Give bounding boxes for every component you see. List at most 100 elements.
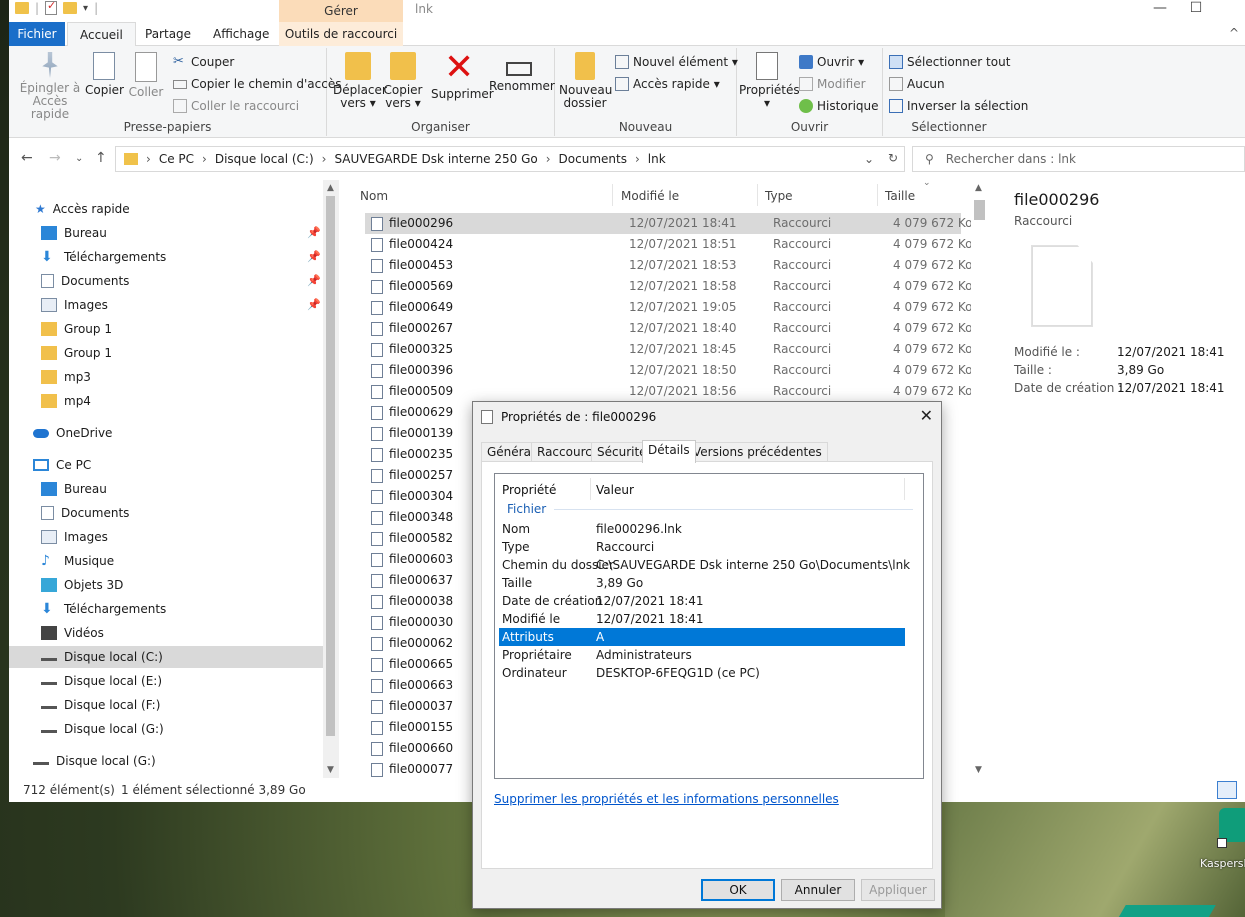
list-scroll-thumb[interactable] [974,200,985,220]
edit-button[interactable]: Modifier [799,74,866,94]
rename-button[interactable]: Renommer [489,52,555,93]
properties-qat-icon[interactable] [45,0,58,15]
address-bar[interactable]: › Ce PC › Disque local (C:) › SAUVEGARDE… [115,146,905,172]
property-row[interactable]: Propriétaire Administrateurs [499,646,905,664]
history-button[interactable]: Historique [799,96,879,116]
copy-button[interactable]: Copier [85,52,124,97]
property-row[interactable]: Modifié le 12/07/2021 18:41 [499,610,905,628]
property-row[interactable]: Nom file000296.lnk [499,520,905,538]
address-dropdown-icon[interactable]: ⌄ [864,152,874,166]
nav-pc-documents[interactable]: Documents [41,502,129,524]
easy-access-button[interactable]: Accès rapide ▾ [615,74,720,94]
tab-versions-precedentes[interactable]: Versions précédentes [687,442,828,462]
refresh-icon[interactable]: ↻ [888,151,898,165]
nav-pc-disk-e[interactable]: Disque local (E:) [41,670,162,692]
delete-button[interactable]: ✕ Supprimer [431,50,494,101]
nav-scroll-thumb[interactable] [326,196,335,736]
property-row[interactable]: Ordinateur DESKTOP-6FEQG1D (ce PC) [499,664,905,682]
ok-button[interactable]: OK [701,879,775,901]
select-none-button[interactable]: Aucun [889,74,945,94]
remove-properties-link[interactable]: Supprimer les propriétés et les informat… [494,792,839,806]
breadcrumb-lnk[interactable]: lnk [648,152,666,166]
file-row[interactable]: file000509 12/07/2021 18:56 Raccourci 4 079… [365,381,973,402]
column-header-size[interactable]: Taille [885,186,915,206]
paste-shortcut-button[interactable]: Coller le raccourci [173,96,299,116]
file-row[interactable]: file000569 12/07/2021 18:58 Raccourci 4 079… [365,276,973,297]
file-row[interactable]: file000424 12/07/2021 18:51 Raccourci 4 079… [365,234,973,255]
nav-pc-disk-g[interactable]: Disque local (G:) [41,718,164,740]
select-all-button[interactable]: Sélectionner tout [889,52,1010,72]
property-row[interactable]: Taille 3,89 Go [499,574,905,592]
property-row[interactable]: Type Raccourci [499,538,905,556]
column-header-type[interactable]: Type [765,186,793,206]
file-row[interactable]: file000396 12/07/2021 18:50 Raccourci 4 079… [365,360,973,381]
forward-arrow-icon[interactable]: → [49,150,61,166]
nav-quick-bureau[interactable]: Bureau [41,222,107,244]
file-row[interactable]: file000267 12/07/2021 18:40 Raccourci 4 079… [365,318,973,339]
back-arrow-icon[interactable]: ← [21,150,33,166]
file-row[interactable]: file000453 12/07/2021 18:53 Raccourci 4 079… [365,255,973,276]
customize-qat-icon[interactable]: ▾ [83,3,88,14]
nav-quick-documents[interactable]: Documents [41,270,129,292]
breadcrumb-disk-c[interactable]: Disque local (C:) [215,152,314,166]
breadcrumb-documents[interactable]: Documents [559,152,627,166]
tab-outils-raccourci[interactable]: Outils de raccourci [279,22,403,46]
scroll-down-icon[interactable]: ▼ [327,765,334,775]
new-folder-qat-icon[interactable] [63,2,78,14]
nav-this-pc[interactable]: Ce PC [33,454,91,476]
tab-fichier[interactable]: Fichier [9,22,65,46]
property-row[interactable]: Attributs A [499,628,905,646]
properties-button[interactable]: Propriétés ▾ [739,52,800,110]
nav-onedrive[interactable]: OneDrive [33,422,112,444]
scroll-up-icon[interactable]: ▲ [975,183,982,193]
property-row[interactable]: Chemin du dossier C:\SAUVEGARDE Dsk inter… [499,556,910,574]
open-button[interactable]: Ouvrir ▾ [799,52,864,72]
move-to-button[interactable]: Déplacer vers ▾ [333,52,387,110]
property-list[interactable]: Propriété Valeur Fichier Nom file000296.l… [494,473,924,779]
nav-quick-mp4[interactable]: mp4 [41,390,91,412]
nav-quick-images[interactable]: Images [41,294,108,316]
search-input[interactable]: ⚲ Rechercher dans : lnk [912,146,1245,172]
scroll-up-icon[interactable]: ▲ [327,183,334,193]
cut-button[interactable]: ✂ Couper [173,52,234,72]
column-header-property[interactable]: Propriété [502,478,556,502]
nav-pc-disk-f[interactable]: Disque local (F:) [41,694,160,716]
nav-quick-group1[interactable]: Group 1 [41,318,112,340]
kaspersky-icon[interactable] [1219,808,1245,842]
breadcrumb-sauvegarde[interactable]: SAUVEGARDE Dsk interne 250 Go [334,152,537,166]
nav-pc-objets3d[interactable]: Objets 3D [41,574,123,596]
tab-affichage[interactable]: Affichage [201,22,281,46]
file-row[interactable]: file000325 12/07/2021 18:45 Raccourci 4 079… [365,339,973,360]
up-arrow-icon[interactable]: ↑ [95,150,107,166]
file-row[interactable]: file000296 12/07/2021 18:41 Raccourci 4 079… [365,213,973,234]
tab-details[interactable]: Détails [642,440,696,463]
recent-locations-icon[interactable]: ⌄ [75,153,83,164]
column-header-value[interactable]: Valeur [596,478,634,502]
column-header-modified[interactable]: Modifié le [621,186,679,206]
apply-button[interactable]: Appliquer [861,879,935,901]
breadcrumb-this-pc[interactable]: Ce PC [159,152,194,166]
tab-partage[interactable]: Partage [133,22,203,46]
copy-to-button[interactable]: Copier vers ▾ [383,52,423,110]
list-scrollbar[interactable] [971,180,987,778]
nav-quick-mp3[interactable]: mp3 [41,366,91,388]
copy-path-button[interactable]: Copier le chemin d'accès [173,74,341,94]
kaspersky-label[interactable]: Kaspersk [1200,857,1245,870]
collapse-ribbon-icon[interactable]: ^ [1229,26,1239,40]
invert-selection-button[interactable]: Inverser la sélection [889,96,1028,116]
maximize-button[interactable]: ☐ [1173,0,1219,22]
property-row[interactable]: Date de création 12/07/2021 18:41 [499,592,905,610]
nav-pc-telechargements[interactable]: ⬇ Téléchargements [41,598,166,620]
pin-quick-access-button[interactable]: Épingler à Accès rapide [15,52,85,121]
nav-quick-group1b[interactable]: Group 1 [41,342,112,364]
dialog-close-icon[interactable]: ✕ [920,406,933,425]
scroll-down-icon[interactable]: ▼ [975,765,982,775]
cancel-button[interactable]: Annuler [781,879,855,901]
paste-button[interactable]: Coller [127,52,165,99]
nav-pc-images[interactable]: Images [41,526,108,548]
nav-quick-access[interactable]: ★ Accès rapide [35,198,130,220]
nav-quick-telechargements[interactable]: ⬇ Téléchargements [41,246,166,268]
nav-pc-bureau[interactable]: Bureau [41,478,107,500]
file-row[interactable]: file000649 12/07/2021 19:05 Raccourci 4 079… [365,297,973,318]
details-view-icon[interactable] [1217,781,1237,799]
